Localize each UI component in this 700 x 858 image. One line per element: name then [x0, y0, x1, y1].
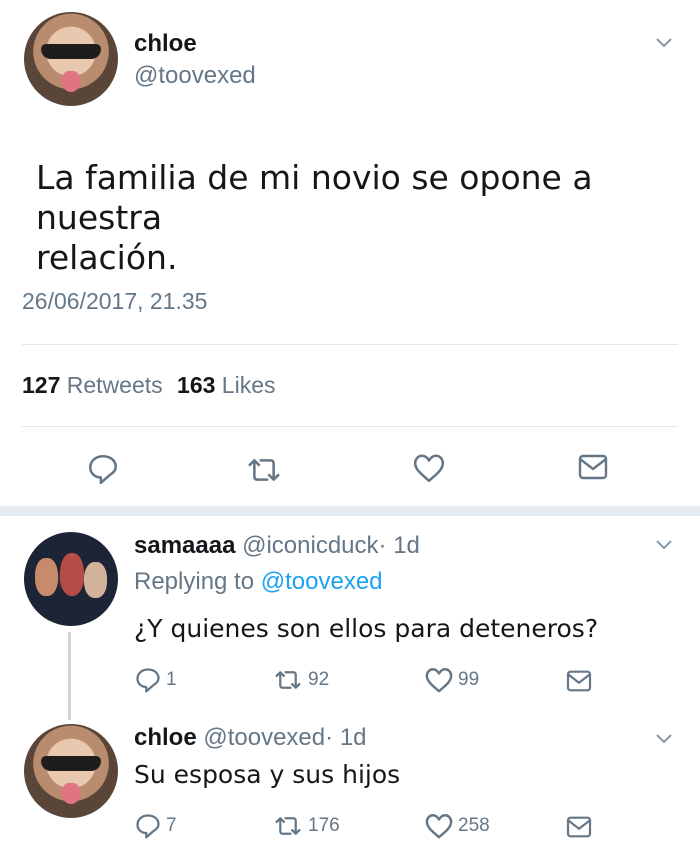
tweet-text: La familia de mi novio se opone a nuestr… — [36, 158, 700, 278]
chevron-down-icon[interactable] — [656, 540, 672, 550]
handle[interactable]: @iconicduck — [242, 532, 378, 559]
tweet-text-line: La familia de mi novio se opone a nuestr… — [36, 158, 593, 237]
like-count: 99 — [458, 669, 480, 690]
reply-action[interactable]: 1 — [134, 666, 177, 694]
reply-icon[interactable] — [134, 666, 162, 694]
likes-label[interactable]: Likes — [222, 372, 276, 398]
likes-count[interactable]: 163 — [177, 372, 215, 398]
like-icon[interactable] — [412, 452, 446, 484]
replying-handle[interactable]: @toovexed — [261, 568, 383, 595]
reply-icon[interactable] — [134, 812, 162, 840]
like-action[interactable]: 258 — [424, 812, 490, 840]
retweet-action[interactable]: 92 — [272, 668, 329, 692]
handle[interactable]: @toovexed — [134, 62, 256, 90]
like-icon[interactable] — [424, 812, 454, 840]
tweet-stats: 127 Retweets 163 Likes — [22, 372, 276, 399]
retweet-count: 92 — [308, 669, 330, 690]
handle[interactable]: @toovexed — [203, 724, 325, 751]
timestamp[interactable]: 26/06/2017, 21.35 — [22, 288, 207, 315]
reply-text: ¿Y quienes son ellos para deteneros? — [134, 614, 599, 643]
replying-to: Replying to @toovexed — [134, 568, 383, 596]
avatar[interactable] — [24, 532, 118, 626]
thread-line — [68, 632, 71, 720]
retweets-label[interactable]: Retweets — [67, 372, 163, 398]
display-name[interactable]: chloe — [134, 724, 197, 751]
retweet-icon[interactable] — [244, 455, 284, 485]
separator-dot: · — [325, 724, 334, 751]
like-count: 258 — [458, 815, 490, 836]
reply-count: 7 — [166, 815, 177, 836]
divider — [22, 426, 678, 427]
retweet-count: 176 — [308, 815, 340, 836]
reply-action[interactable]: 7 — [134, 812, 177, 840]
like-icon[interactable] — [424, 666, 454, 694]
retweet-icon[interactable] — [272, 814, 304, 838]
dm-icon[interactable] — [578, 454, 608, 480]
section-separator — [0, 506, 700, 516]
display-name[interactable]: samaaaa — [134, 532, 235, 559]
retweet-action[interactable]: 176 — [272, 814, 340, 838]
reply-text: Su esposa y sus hijos — [134, 760, 401, 789]
dm-icon[interactable] — [566, 816, 592, 838]
tweet-text-line: relación. — [36, 238, 178, 277]
replying-prefix: Replying to — [134, 568, 255, 595]
retweet-icon[interactable] — [272, 668, 304, 692]
avatar[interactable] — [24, 12, 118, 106]
avatar[interactable] — [24, 724, 118, 818]
divider — [22, 344, 678, 345]
reply-header: samaaaa @iconicduck· 1d — [134, 532, 420, 560]
dm-icon[interactable] — [566, 670, 592, 692]
reply-icon[interactable] — [86, 452, 120, 486]
retweets-count[interactable]: 127 — [22, 372, 60, 398]
tweet-age[interactable]: 1d — [393, 532, 420, 559]
display-name[interactable]: chloe — [134, 30, 197, 58]
reply-count: 1 — [166, 669, 177, 690]
tweet-age[interactable]: 1d — [340, 724, 367, 751]
chevron-down-icon[interactable] — [656, 38, 672, 48]
chevron-down-icon[interactable] — [656, 734, 672, 744]
separator-dot: · — [378, 532, 387, 559]
reply-header: chloe @toovexed· 1d — [134, 724, 367, 752]
like-action[interactable]: 99 — [424, 666, 479, 694]
